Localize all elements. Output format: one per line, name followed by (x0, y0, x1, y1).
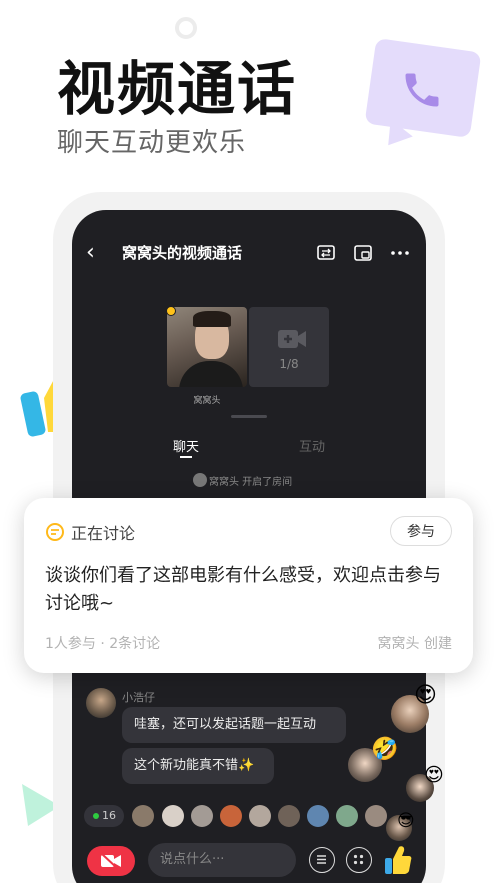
audience-avatar[interactable] (336, 805, 358, 827)
message-input[interactable]: 说点什么··· (148, 843, 296, 877)
audience-avatar[interactable] (191, 805, 213, 827)
heart-eyes-emoji-icon: 😍 (414, 683, 437, 708)
topic-card[interactable]: 正在讨论 参与 谈谈你们看了这部电影有什么感受，欢迎点击参与讨论哦~ 1人参与 … (24, 498, 473, 673)
tab-chat[interactable]: 聊天 (173, 436, 199, 455)
participant-video-tile[interactable] (167, 307, 247, 387)
sunglasses-emoji-icon: 😎 (397, 811, 415, 831)
top-bar: ‹ 窝窝头的视频通话 (72, 238, 426, 268)
video-add-icon (278, 330, 306, 348)
topic-text: 谈谈你们看了这部电影有什么感受，欢迎点击参与讨论哦~ (45, 565, 441, 614)
grid-button[interactable] (346, 847, 372, 873)
online-dot (93, 813, 99, 819)
system-avatar (193, 473, 207, 487)
chat-message: 哇塞，还可以发起话题一起互动 (122, 707, 346, 743)
online-count-badge[interactable]: 16 (84, 805, 124, 827)
topic-meta: 1人参与 · 2条讨论 (45, 636, 161, 652)
subline: 聊天互动更欢乐 (57, 128, 247, 158)
audience-avatar[interactable] (220, 805, 242, 827)
like-icon[interactable] (384, 844, 412, 876)
topic-status: 正在讨论 (71, 524, 136, 543)
window-icon[interactable] (352, 242, 374, 264)
headline: 视频通话 (57, 55, 298, 123)
audience-avatar[interactable] (132, 805, 154, 827)
drag-handle[interactable] (231, 415, 267, 418)
system-message: 窝窝头 开启了房间 (209, 477, 293, 488)
back-icon[interactable]: ‹ (86, 240, 95, 265)
audience-avatar[interactable] (365, 805, 387, 827)
switch-screen-icon[interactable] (315, 242, 337, 264)
audience-avatar[interactable] (307, 805, 329, 827)
grid-icon (353, 854, 364, 865)
laughing-emoji-icon: 🤣 (371, 737, 399, 762)
audience-avatar[interactable] (278, 805, 300, 827)
host-indicator-dot (166, 306, 176, 316)
tab-underline (180, 456, 192, 458)
hangup-icon (101, 853, 121, 869)
call-title: 窝窝头的视频通话 (122, 244, 243, 262)
tab-interact[interactable]: 互动 (299, 436, 325, 455)
menu-button[interactable] (309, 847, 335, 873)
topic-icon (46, 523, 64, 541)
join-button[interactable]: 参与 (390, 516, 452, 546)
participant-name: 窝窝头 (193, 396, 221, 406)
ring-decoration (175, 17, 197, 39)
phone-icon (405, 73, 439, 107)
sender-avatar[interactable] (86, 688, 116, 718)
more-icon[interactable] (389, 242, 411, 264)
participant-count: 1/8 (279, 357, 299, 371)
heart-eyes-emoji-icon: 😍 (424, 764, 444, 786)
audience-avatar[interactable] (249, 805, 271, 827)
menu-icon (317, 855, 326, 864)
topic-creator: 窝窝头 创建 (377, 636, 452, 652)
hangup-button[interactable] (87, 846, 135, 876)
chat-message: 这个新功能真不错✨ (122, 748, 274, 784)
sender-name: 小浩仔 (122, 691, 155, 704)
audience-avatar[interactable] (162, 805, 184, 827)
